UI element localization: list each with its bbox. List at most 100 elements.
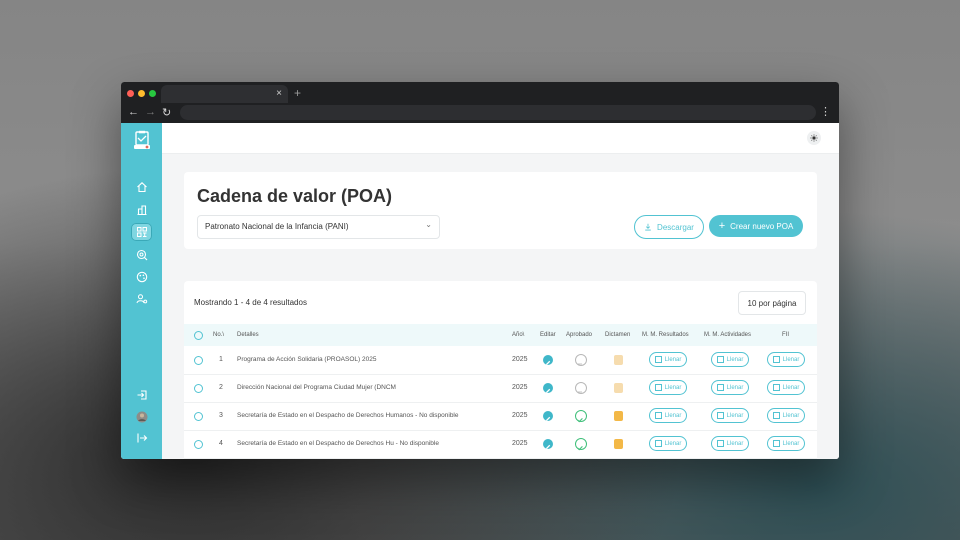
row-checkbox[interactable] — [194, 356, 203, 365]
sidebar-item-users[interactable] — [131, 290, 152, 308]
edit-pencil-icon[interactable] — [543, 411, 553, 421]
download-icon — [645, 223, 651, 231]
palette-icon — [136, 271, 147, 283]
form-icon — [716, 440, 724, 447]
fill-resultados-button[interactable]: Llenar — [649, 352, 687, 367]
sidebar-item-palette[interactable] — [131, 268, 152, 286]
row-anio: 2025 — [512, 412, 528, 419]
col-no: No.\ — [213, 332, 225, 338]
form-icon — [654, 412, 662, 419]
fill-actividades-button[interactable]: Llenar — [711, 436, 749, 451]
select-all-checkbox[interactable] — [194, 331, 203, 340]
institution-select[interactable]: Patronato Nacional de la Infancia (PANI)… — [197, 215, 440, 239]
dictamen-badge-icon[interactable] — [614, 411, 623, 421]
col-editar: Editar — [540, 332, 556, 338]
llenar-label: Llenar — [664, 412, 682, 419]
fill-fii-button[interactable]: Llenar — [767, 408, 805, 423]
col-detalles: Detalles — [237, 332, 259, 338]
llenar-label: Llenar — [782, 356, 800, 363]
fill-actividades-button[interactable]: Llenar — [711, 408, 749, 423]
llenar-label: Llenar — [782, 440, 800, 447]
theme-toggle-button[interactable] — [807, 131, 821, 145]
users-gear-icon — [136, 294, 147, 304]
llenar-label: Llenar — [664, 356, 682, 363]
form-icon — [716, 412, 724, 419]
row-detalle: Dirección Nacional del Programa Ciudad M… — [237, 384, 396, 391]
col-mm-resultados: M. M. Resultados — [642, 332, 689, 338]
back-icon[interactable]: ← — [128, 106, 139, 118]
row-number: 2 — [219, 384, 223, 391]
col-dictamen: Dictamen — [605, 332, 631, 338]
row-checkbox[interactable] — [194, 384, 203, 393]
llenar-label: Llenar — [726, 412, 744, 419]
row-checkbox[interactable] — [194, 412, 203, 421]
table-header: No.\ Detalles Año\ Editar Aprobado Dicta… — [184, 324, 817, 346]
table-row: 3 Secretaría de Estado en el Despacho de … — [184, 402, 817, 431]
fill-fii-button[interactable]: Llenar — [767, 380, 805, 395]
form-icon — [654, 384, 662, 391]
form-icon — [772, 412, 780, 419]
edit-pencil-icon[interactable] — [543, 383, 553, 393]
llenar-label: Llenar — [782, 412, 800, 419]
form-icon — [654, 440, 662, 447]
form-icon — [654, 356, 662, 363]
sidebar-item-qr[interactable] — [131, 223, 152, 241]
pending-minus-icon — [575, 354, 587, 366]
sidebar-item-home[interactable] — [131, 178, 152, 196]
dictamen-badge-icon[interactable] — [614, 439, 623, 449]
maximize-window-button[interactable] — [149, 90, 156, 97]
chevron-down-icon: ⌄ — [425, 220, 432, 229]
close-window-button[interactable] — [127, 90, 134, 97]
browser-menu-icon[interactable]: ⋮ — [820, 105, 831, 118]
row-anio: 2025 — [512, 384, 528, 391]
row-anio: 2025 — [512, 440, 528, 447]
llenar-label: Llenar — [726, 356, 744, 363]
new-tab-icon[interactable]: + — [294, 86, 301, 100]
pending-minus-icon — [575, 382, 587, 394]
sidebar-item-buildings[interactable] — [131, 201, 152, 219]
login-icon — [137, 390, 147, 400]
main-content: Cadena de valor (POA) Patronato Nacional… — [162, 123, 839, 459]
avatar — [136, 411, 147, 423]
sidebar-item-logout[interactable] — [131, 429, 152, 447]
user-avatar[interactable] — [131, 408, 152, 426]
row-checkbox[interactable] — [194, 440, 203, 449]
per-page-select[interactable]: 10 por página — [738, 291, 806, 315]
browser-tab[interactable]: × — [161, 85, 288, 103]
create-poa-button[interactable]: + Crear nuevo POA — [709, 215, 803, 237]
form-icon — [772, 440, 780, 447]
sidebar — [121, 123, 162, 459]
fill-fii-button[interactable]: Llenar — [767, 352, 805, 367]
create-poa-label: Crear nuevo POA — [730, 221, 794, 231]
form-icon — [772, 356, 780, 363]
table-row: 1 Programa de Acción Solidaria (PROASOL) … — [184, 346, 817, 375]
form-icon — [716, 356, 724, 363]
reload-icon[interactable]: ↻ — [162, 106, 171, 119]
fill-fii-button[interactable]: Llenar — [767, 436, 805, 451]
minimize-window-button[interactable] — [138, 90, 145, 97]
edit-pencil-icon[interactable] — [543, 439, 553, 449]
sidebar-item-target[interactable] — [131, 246, 152, 264]
fill-actividades-button[interactable]: Llenar — [711, 380, 749, 395]
home-icon — [136, 182, 147, 193]
address-bar[interactable] — [180, 105, 816, 120]
llenar-label: Llenar — [664, 440, 682, 447]
download-button[interactable]: Descargar — [634, 215, 704, 239]
dictamen-badge-icon[interactable] — [614, 383, 623, 393]
edit-pencil-icon[interactable] — [543, 355, 553, 365]
col-anio: Año\ — [512, 332, 525, 338]
tab-close-icon[interactable]: × — [276, 88, 282, 99]
sidebar-item-login[interactable] — [131, 386, 152, 404]
dictamen-badge-icon[interactable] — [614, 355, 623, 365]
table-row: 4 Secretaría de Estado en el Despacho de … — [184, 430, 817, 459]
fill-actividades-button[interactable]: Llenar — [711, 352, 749, 367]
fill-resultados-button[interactable]: Llenar — [649, 408, 687, 423]
fill-resultados-button[interactable]: Llenar — [649, 436, 687, 451]
row-anio: 2025 — [512, 356, 528, 363]
row-number: 1 — [219, 356, 223, 363]
fill-resultados-button[interactable]: Llenar — [649, 380, 687, 395]
header-card: Cadena de valor (POA) Patronato Nacional… — [184, 172, 817, 249]
qr-grid-icon — [136, 227, 147, 237]
forward-icon[interactable]: → — [145, 106, 156, 118]
col-fii: FII — [782, 332, 789, 338]
